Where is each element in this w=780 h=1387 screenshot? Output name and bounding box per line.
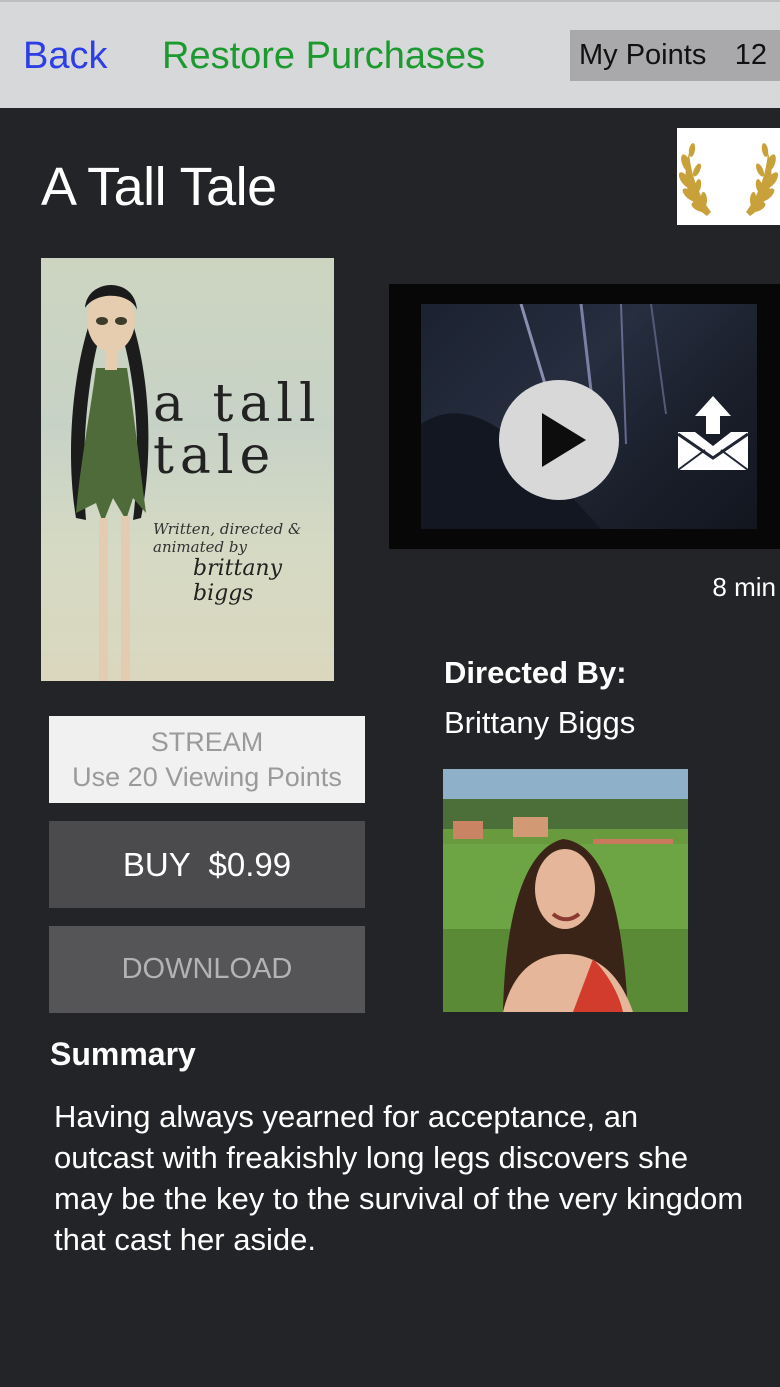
buy-label: BUY $0.99 [122,845,292,883]
stream-label: STREAM [150,726,264,757]
points-label: My Points [579,39,707,71]
directed-by-heading: Directed By: [444,655,627,690]
summary-heading: Summary [50,1036,196,1072]
director-name: Brittany Biggs [444,705,636,740]
film-poster: a tall tale Written, directed & animated… [41,258,334,681]
poster-author-text: brittany biggs [193,556,283,606]
download-label: DOWNLOAD [121,953,293,985]
download-button[interactable]: DOWNLOAD [49,926,365,1013]
share-envelope-icon[interactable] [675,394,751,472]
summary-text: Having always yearned for acceptance, an… [54,1099,744,1257]
top-nav-bar: Back Restore Purchases My Points 12 [0,0,780,108]
film-title: A Tall Tale [41,157,277,217]
poster-title-text: a tall tale [153,374,322,486]
film-duration: 8 min [712,572,776,602]
buy-button[interactable]: BUY $0.99 [49,821,365,908]
play-icon[interactable] [499,380,619,500]
back-button[interactable]: Back [23,35,107,78]
stream-button[interactable]: STREAM Use 20 Viewing Points [49,716,365,803]
trailer-video-player[interactable] [389,284,780,549]
my-points-indicator[interactable]: My Points 12 [570,30,780,81]
poster-credit-text: Written, directed & animated by [153,520,302,556]
stream-sublabel: Use 20 Viewing Points [72,761,342,792]
points-value: 12 [734,39,767,71]
trailer-thumbnail [421,304,757,529]
restore-purchases-button[interactable]: Restore Purchases [162,35,485,78]
director-photo [443,769,688,1012]
laurel-wreath-icon [677,128,780,225]
